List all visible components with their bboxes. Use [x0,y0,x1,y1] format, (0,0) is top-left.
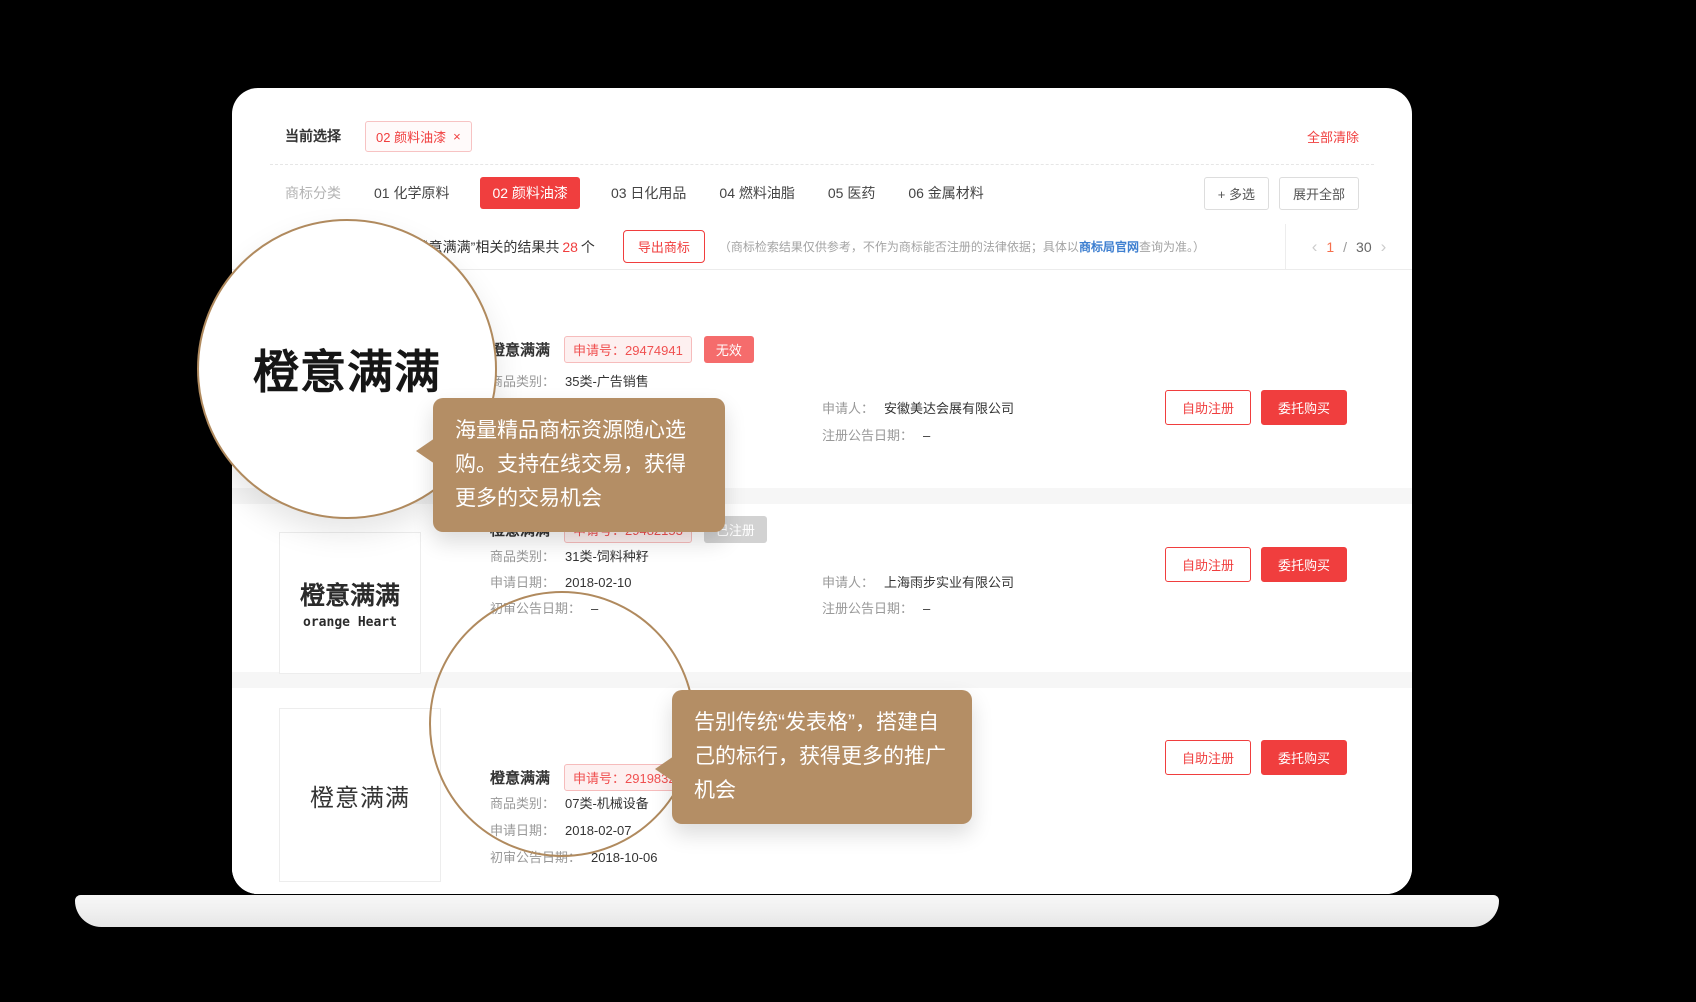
close-icon[interactable]: × [453,129,461,144]
pagination-total: 30 [1356,239,1372,255]
trademark-image: 橙意满满 orange Heart [279,532,421,674]
dashed-divider [270,164,1374,165]
next-page-chevron-icon[interactable]: › [1381,237,1387,257]
detail-value: 31类-饲料种籽 [565,544,649,570]
callout-tooltip-promote: 告别传统“发表格”，搭建自己的标行，获得更多的推广机会 [672,690,972,824]
self-register-button[interactable]: 自助注册 [1165,740,1251,775]
tooltip-arrow-icon [416,438,435,464]
detail-label: 商品类别： [490,368,555,395]
prev-page-chevron-icon[interactable]: ‹ [1312,237,1318,257]
results-disclaimer: （商标检索结果仅供参考，不作为商标能否注册的法律依据；具体以商标局官网查询为准。… [719,238,1205,255]
detail-value: 35类-广告销售 [565,368,649,395]
tooltip-text: 告别传统“发表格”，搭建自己的标行，获得更多的推广机会 [694,711,946,802]
expand-all-button[interactable]: 展开全部 [1279,177,1359,210]
category-item-05[interactable]: 05 医药 [828,183,875,203]
category-item-06[interactable]: 06 金属材料 [908,183,983,203]
card-actions: 自助注册 委托购买 [1165,740,1347,775]
category-item-02-selected[interactable]: 02 颜料油漆 [480,177,579,209]
multi-select-button[interactable]: + 多选 [1204,177,1269,210]
status-badge: 无效 [704,336,754,363]
trademark-image-text: 橙意满满 [310,778,410,813]
disclaimer-text-pre: （商标检索结果仅供参考，不作为商标能否注册的法律依据；具体以 [719,240,1079,254]
detail-label: 申请人： [822,570,874,596]
category-item-03[interactable]: 03 日化用品 [611,183,686,203]
entrust-buy-button[interactable]: 委托购买 [1261,390,1347,425]
results-count: 28 [562,239,578,255]
trademark-office-link[interactable]: 商标局官网 [1079,240,1139,254]
disclaimer-text-post: 查询为准。） [1139,240,1205,254]
page: 当前选择 02 颜料油漆 × 全部清除 商标分类 01 化学原料 02 颜料油漆… [0,0,1696,1002]
category-bar-label: 商标分类 [285,183,341,203]
filter-tag-label: 02 颜料油漆 [376,127,446,146]
detail-value: 上海雨步实业有限公司 [884,570,1014,596]
card-actions: 自助注册 委托购买 [1165,547,1347,582]
detail-value: – [923,596,930,622]
application-number-badge: 申请号：29474941 [564,336,692,363]
tooltip-arrow-icon [655,756,674,782]
detail-label: 申请人： [822,395,874,422]
category-item-01[interactable]: 01 化学原料 [374,183,449,203]
card-actions: 自助注册 委托购买 [1165,390,1347,425]
trademark-image-subtext: orange Heart [303,615,397,630]
trademark-card: 橙意满满 orange Heart 橙意满满 申请号：29482153 已注册 … [232,504,1412,672]
pagination-separator: / [1343,239,1347,255]
laptop-base [75,895,1499,927]
magnified-trademark-text: 橙意满满 [253,336,441,402]
category-bar: 商标分类 01 化学原料 02 颜料油漆 03 日化用品 04 燃料油脂 05 … [285,178,1359,208]
tooltip-text: 海量精品商标资源随心选购。支持在线交易，获得更多的交易机会 [455,419,686,510]
card-title-row: 橙意满满 申请号：29474941 无效 [490,336,754,363]
category-item-04[interactable]: 04 燃料油脂 [719,183,794,203]
self-register-button[interactable]: 自助注册 [1165,390,1251,425]
detail-label: 注册公告日期： [822,596,913,622]
detail-label: 注册公告日期： [822,422,913,449]
self-register-button[interactable]: 自助注册 [1165,547,1251,582]
results-summary-suffix: 个 [581,239,595,255]
clear-all-link[interactable]: 全部清除 [1307,127,1359,146]
current-selection-label: 当前选择 [285,126,341,146]
callout-tooltip-trade: 海量精品商标资源随心选购。支持在线交易，获得更多的交易机会 [433,398,725,532]
trademark-image: 橙意满满 [279,708,441,882]
pagination-current: 1 [1326,239,1334,255]
entrust-buy-button[interactable]: 委托购买 [1261,740,1347,775]
trademark-image-text: 橙意满满 [300,576,400,612]
category-actions: + 多选 展开全部 [1204,177,1359,210]
trademark-name: 橙意满满 [490,339,550,360]
detail-value: 安徽美达会展有限公司 [884,395,1014,422]
export-trademarks-button[interactable]: 导出商标 [623,230,705,263]
detail-label: 商品类别： [490,544,555,570]
current-selection-bar: 当前选择 02 颜料油漆 × 全部清除 [285,121,1359,151]
entrust-buy-button[interactable]: 委托购买 [1261,547,1347,582]
detail-value: – [923,422,930,449]
pagination: ‹ 1 / 30 › [1285,224,1412,269]
magnifier-ring [429,591,695,857]
filter-tag[interactable]: 02 颜料油漆 × [365,121,472,152]
